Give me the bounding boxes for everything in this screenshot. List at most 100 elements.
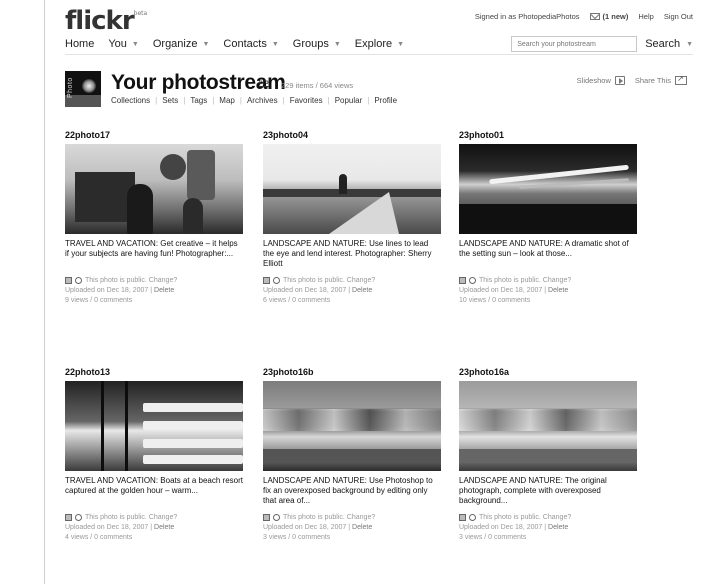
privacy-icon <box>263 514 270 521</box>
signed-in-prefix: Signed in as <box>474 12 517 21</box>
sign-out-link[interactable]: Sign Out <box>664 12 693 21</box>
photo-card: 23photo04 LANDSCAPE AND NATURE: Use line… <box>263 130 441 304</box>
photo-surf <box>263 449 441 463</box>
delete-link[interactable]: Delete <box>352 287 372 294</box>
photo-board <box>143 439 243 448</box>
nav-explore-label: Explore <box>354 38 393 50</box>
flickr-logo[interactable]: flickrbeta <box>65 6 147 36</box>
mail-link[interactable]: (1 new) <box>589 12 628 21</box>
signed-in-user[interactable]: PhotopediaPhotos <box>518 12 579 21</box>
privacy-text[interactable]: This photo is public. Change? <box>479 277 571 284</box>
delete-link[interactable]: Delete <box>154 524 174 531</box>
view-count: 6 views / 0 comments <box>263 297 331 304</box>
link-archives[interactable]: Archives <box>247 96 278 105</box>
nav-you[interactable]: You ▼ <box>108 38 139 50</box>
upload-date: Uploaded on Dec 18, 2007 <box>65 524 149 531</box>
chevron-down-icon[interactable]: ▼ <box>686 41 693 48</box>
photo-thumbnail[interactable] <box>65 144 243 234</box>
photo-title[interactable]: 22photo13 <box>65 367 243 381</box>
privacy-text[interactable]: This photo is public. Change? <box>85 514 177 521</box>
chevron-down-icon[interactable]: ▼ <box>202 41 209 48</box>
delete-link[interactable]: Delete <box>548 287 568 294</box>
photo-card: 22photo13 TRAVEL AND VACATION: Boats at … <box>65 367 243 541</box>
separator: | <box>155 96 158 105</box>
buddy-sun <box>82 79 96 93</box>
share-button[interactable]: Share This <box>634 74 687 85</box>
photo-description[interactable]: LANDSCAPE AND NATURE: A dramatic shot of… <box>459 239 637 271</box>
link-favorites[interactable]: Favorites <box>290 96 323 105</box>
nav-organize-label: Organize <box>152 38 198 50</box>
search-input[interactable] <box>511 36 638 52</box>
photo-description[interactable]: LANDSCAPE AND NATURE: Use Photoshop to f… <box>263 476 441 508</box>
photo-board <box>143 421 243 430</box>
photo-title[interactable]: 23photo16a <box>459 367 637 381</box>
photo-land <box>459 204 637 234</box>
photo-tree <box>339 174 347 194</box>
link-tags[interactable]: Tags <box>190 96 207 105</box>
delete-link[interactable]: Delete <box>154 287 174 294</box>
privacy-line: This photo is public. Change? <box>263 277 441 284</box>
nav-home[interactable]: Home <box>65 38 94 50</box>
nav-groups[interactable]: Groups ▼ <box>293 38 341 50</box>
photo-title[interactable]: 23photo16b <box>263 367 441 381</box>
search-button[interactable]: Search <box>645 38 680 50</box>
public-icon <box>273 514 280 521</box>
privacy-line: This photo is public. Change? <box>263 514 441 521</box>
chevron-down-icon[interactable]: ▼ <box>397 41 404 48</box>
upload-date: Uploaded on Dec 18, 2007 <box>263 524 347 531</box>
privacy-text[interactable]: This photo is public. Change? <box>85 277 177 284</box>
photo-thumbnail[interactable] <box>65 381 243 471</box>
photo-tree <box>160 154 186 180</box>
pro-badge[interactable]: pro <box>259 80 269 87</box>
chevron-down-icon[interactable]: ▼ <box>334 41 341 48</box>
privacy-icon <box>65 514 72 521</box>
privacy-line: This photo is public. Change? <box>459 514 637 521</box>
photo-description[interactable]: LANDSCAPE AND NATURE: The original photo… <box>459 476 637 508</box>
photo-description[interactable]: TRAVEL AND VACATION: Get creative – it h… <box>65 239 243 271</box>
privacy-text[interactable]: This photo is public. Change? <box>283 277 375 284</box>
photo-thumbnail[interactable] <box>459 144 637 234</box>
nav-contacts[interactable]: Contacts ▼ <box>223 38 278 50</box>
photo-title[interactable]: 22photo17 <box>65 130 243 144</box>
nav-explore[interactable]: Explore ▼ <box>355 38 404 50</box>
public-icon <box>75 277 82 284</box>
privacy-text[interactable]: This photo is public. Change? <box>479 514 571 521</box>
photo-mast <box>101 381 104 471</box>
photo-title[interactable]: 23photo01 <box>459 130 637 144</box>
nav-contacts-label: Contacts <box>223 38 267 50</box>
buddy-label: Photo <box>67 77 74 98</box>
nav-organize[interactable]: Organize ▼ <box>153 38 210 50</box>
photo-cliff <box>459 409 637 431</box>
slideshow-label: Slideshow <box>576 76 611 85</box>
share-label: Share This <box>634 76 671 85</box>
main-nav: Home You ▼ Organize ▼ Contacts ▼ Groups ▼ Ex… <box>65 36 693 52</box>
delete-link[interactable]: Delete <box>548 524 568 531</box>
link-sets[interactable]: Sets <box>162 96 178 105</box>
delete-link[interactable]: Delete <box>352 524 372 531</box>
view-count: 4 views / 0 comments <box>65 534 133 541</box>
chevron-down-icon[interactable]: ▼ <box>272 41 279 48</box>
photo-thumbnail[interactable] <box>263 381 441 471</box>
photo-card: 22photo17 TRAVEL AND VACATION: Get creat… <box>65 130 243 304</box>
upload-line: Uploaded on Dec 18, 2007 | Delete <box>459 287 569 294</box>
photo-description[interactable]: LANDSCAPE AND NATURE: Use lines to lead … <box>263 239 441 271</box>
privacy-text[interactable]: This photo is public. Change? <box>283 514 375 521</box>
link-map[interactable]: Map <box>219 96 235 105</box>
photo-board <box>143 403 243 412</box>
privacy-line: This photo is public. Change? <box>65 277 243 284</box>
slideshow-button[interactable]: Slideshow <box>577 76 625 85</box>
link-popular[interactable]: Popular <box>335 96 363 105</box>
photo-thumbnail[interactable] <box>459 381 637 471</box>
mail-icon <box>589 13 600 20</box>
photo-thumbnail[interactable] <box>263 144 441 234</box>
privacy-icon <box>459 514 466 521</box>
photo-title[interactable]: 23photo04 <box>263 130 441 144</box>
buddy-icon[interactable]: Photo <box>65 71 101 107</box>
link-profile[interactable]: Profile <box>374 96 397 105</box>
public-icon <box>469 514 476 521</box>
link-collections[interactable]: Collections <box>111 96 150 105</box>
nav-you-label: You <box>108 38 127 50</box>
help-link[interactable]: Help <box>638 12 653 21</box>
photo-description[interactable]: TRAVEL AND VACATION: Boats at a beach re… <box>65 476 243 508</box>
chevron-down-icon[interactable]: ▼ <box>132 41 139 48</box>
